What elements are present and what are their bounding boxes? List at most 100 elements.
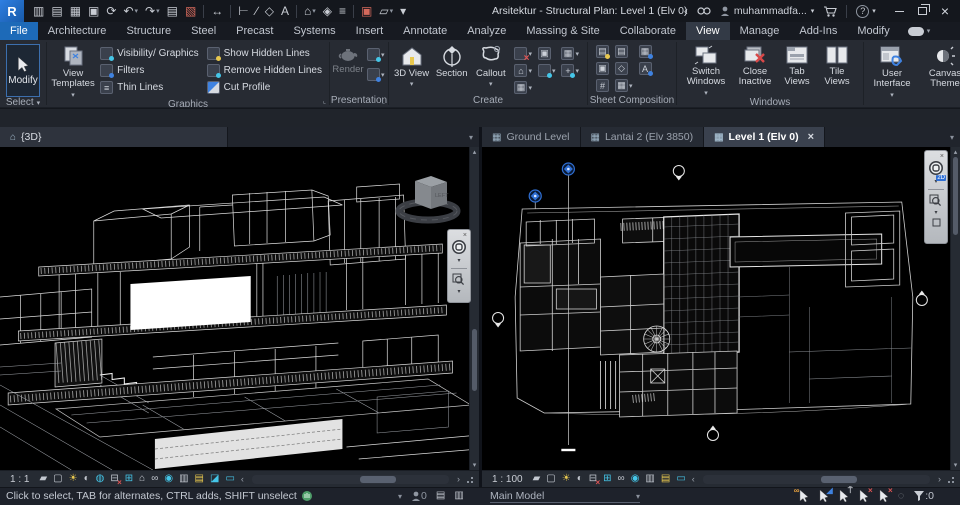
filters-button[interactable]: Filters [100, 64, 199, 78]
ribbon-display-toggle[interactable]: ▾ [907, 22, 930, 40]
model-line-icon[interactable]: ∕ [256, 5, 258, 17]
tab-steel[interactable]: Steel [181, 22, 226, 40]
vertical-scrollbar-plan[interactable]: ▴ ▾ [950, 147, 960, 470]
qat-customize-icon[interactable]: ▾ [400, 5, 406, 17]
close-inactive-button[interactable]: Close Inactive [734, 42, 776, 88]
view-templates-button[interactable]: View Templates ▾ [50, 42, 96, 99]
save-icon[interactable]: ▣ [88, 5, 99, 17]
export-icon[interactable]: ▧ [185, 5, 196, 17]
tile-views-button[interactable]: Tile Views [818, 42, 856, 88]
tab-architecture[interactable]: Architecture [38, 22, 117, 40]
keyplan-button[interactable]: ▦ ▾ [514, 81, 532, 94]
grid-button[interactable]: # [596, 79, 609, 92]
zoom-menu-caret[interactable]: ▾ [934, 210, 937, 216]
view-cube[interactable]: LEFT [393, 165, 463, 225]
revisions-button[interactable]: ▦ [638, 45, 653, 59]
reveal-hidden-icon[interactable]: ◉ [631, 474, 640, 484]
tab-collaborate[interactable]: Collaborate [610, 22, 686, 40]
selection-filter[interactable]: :0 [913, 490, 934, 502]
shadows-icon[interactable]: ◐ [577, 474, 583, 484]
tag-icon[interactable]: ◇ [265, 5, 274, 17]
remove-hidden-lines-button[interactable]: Remove Hidden Lines [206, 64, 322, 78]
tab-insert[interactable]: Insert [346, 22, 394, 40]
restore-button[interactable] [917, 4, 930, 15]
insert-from-file-button[interactable]: ▦ ▾ [615, 79, 633, 92]
tab-view[interactable]: View [685, 22, 730, 40]
editing-requests-icon[interactable]: ▥ [454, 491, 463, 501]
minimize-button[interactable] [894, 10, 904, 12]
render-gallery-button[interactable]: ▾ [367, 68, 385, 82]
resize-grip[interactable] [466, 476, 473, 483]
open-file-icon[interactable]: ▦ [70, 5, 81, 17]
sun-path-icon[interactable]: ☀ [69, 474, 78, 484]
user-interface-button[interactable]: User Interface ▾ [867, 42, 917, 99]
select-pinned-toggle[interactable]: ⍑ [838, 486, 853, 502]
close-hidden-windows-icon[interactable]: ▣ [361, 5, 372, 17]
visual-style-icon[interactable]: ▢ [546, 474, 555, 484]
detail-level-icon[interactable]: ▰ [39, 474, 47, 484]
drafting-view-button[interactable]: ▾ [514, 47, 532, 64]
status-caret-icon[interactable]: ▾ [398, 492, 402, 501]
vertical-scrollbar-3d[interactable]: ▴ ▾ [469, 147, 479, 470]
tab-list-caret[interactable]: ▾ [950, 133, 960, 142]
zoom-icon[interactable] [929, 194, 943, 208]
scroll-right-icon[interactable]: › [457, 474, 460, 484]
close-view-icon[interactable]: × [808, 131, 814, 143]
crop-region-icon[interactable]: ⊞ [125, 474, 133, 484]
select-panel-label[interactable]: Select ▾ [0, 97, 46, 107]
undo-icon[interactable]: ↶ ▾ [123, 5, 138, 17]
tab-manage[interactable]: Manage [730, 22, 790, 40]
callout-button[interactable]: Callout ▾ [472, 42, 509, 89]
tab-modify[interactable]: Modify [847, 22, 899, 40]
sun-path-icon[interactable]: ☀ [562, 474, 571, 484]
navbar-customize-icon[interactable] [932, 218, 941, 227]
3d-view-button[interactable]: 3D View ▾ [392, 42, 431, 89]
select-underlay-toggle[interactable]: ◢ [818, 486, 833, 502]
new-file-icon[interactable]: ▤ [51, 5, 62, 17]
reveal-hidden-icon[interactable]: ◉ [164, 474, 173, 484]
aligned-dimension-icon[interactable]: ⊢ [238, 5, 248, 17]
sync-icon[interactable]: ⟳ [106, 5, 116, 17]
title-block-button[interactable]: ▤ [615, 45, 633, 58]
drag-on-selection-toggle[interactable]: × [878, 486, 893, 502]
help-menu[interactable]: ? ▾ [856, 4, 876, 18]
scale-plan[interactable]: 1 : 100 [488, 474, 527, 485]
render-in-cloud-button[interactable]: ▾ [367, 48, 385, 62]
scroll-left-icon[interactable]: ‹ [241, 474, 244, 484]
tab-massing-site[interactable]: Massing & Site [516, 22, 609, 40]
tab-views-button[interactable]: Tab Views [778, 42, 816, 88]
lock-3d-view-icon[interactable]: ⌂ [139, 474, 145, 484]
shadows-icon[interactable]: ◐ [84, 474, 90, 484]
tab-analyze[interactable]: Analyze [457, 22, 516, 40]
navigation-bar-3d[interactable]: × ▾ ▾ [447, 229, 471, 303]
scroll-right-icon[interactable]: › [938, 474, 941, 484]
show-hidden-lines-button[interactable]: Show Hidden Lines [206, 47, 322, 61]
visual-style-icon[interactable]: ▢ [53, 474, 62, 484]
modify-button[interactable]: Modify [6, 44, 40, 97]
cut-profile-button[interactable]: Cut Profile [206, 81, 322, 94]
guide-grid-button[interactable]: ▣ [596, 62, 609, 75]
scale-3d[interactable]: 1 : 1 [6, 474, 33, 485]
temporary-hide-icon[interactable]: ∞ [618, 474, 625, 484]
interop-icon[interactable]: ▥ [33, 5, 44, 17]
canvas-theme-button[interactable]: Canvas Theme [923, 42, 960, 90]
navbar-close-icon[interactable]: × [940, 153, 944, 160]
crop-view-icon[interactable]: ⊟ [589, 474, 601, 488]
rendering-dialog-icon[interactable]: ◍ [96, 474, 105, 484]
close-button[interactable]: × [941, 4, 949, 18]
canvas-plan[interactable]: × 2D ▾ ▾ ▴ ▾ [482, 147, 960, 470]
search-icon[interactable] [697, 6, 711, 16]
switch-windows-button[interactable]: Switch Windows ▾ [680, 42, 732, 97]
default-3d-view-icon[interactable]: ⌂ ▾ [304, 5, 316, 17]
steering-wheel-icon[interactable] [451, 239, 468, 256]
schedules-button[interactable]: + ▾ [561, 64, 579, 78]
temporary-view-properties-icon[interactable]: ▤ [195, 474, 204, 484]
worksharing-display-icon[interactable]: ▥ [645, 474, 654, 484]
selection-box-icon[interactable]: ▭ [225, 474, 234, 484]
active-users-indicator[interactable]: 0 [411, 490, 427, 502]
horizontal-scrollbar-3d[interactable] [251, 474, 449, 484]
matchline-button[interactable]: ◇ [615, 62, 633, 75]
visibility-graphics-button[interactable]: Visibility/ Graphics [100, 47, 199, 61]
view-tab-level-1[interactable]: ▦ Level 1 (Elv 0) × [704, 127, 826, 147]
crop-region-icon[interactable]: ⊞ [603, 474, 611, 484]
